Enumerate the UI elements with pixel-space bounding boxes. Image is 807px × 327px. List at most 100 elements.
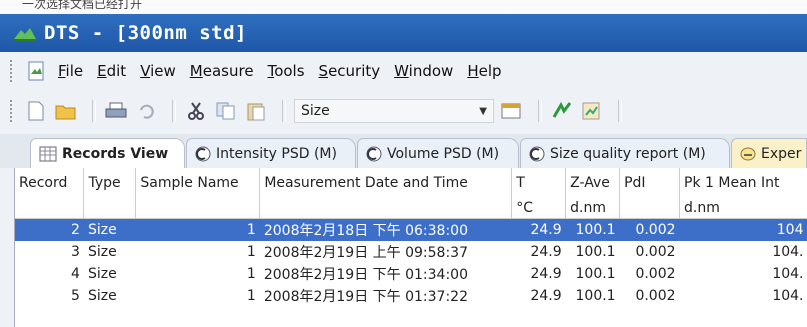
copy-icon[interactable] [214,99,238,123]
column-header[interactable]: PdI [619,168,681,198]
menu-view[interactable]: View [140,62,176,80]
menu-bar: File Edit View Measure Tools Security Wi… [0,54,807,88]
temperature-cell: 24.9 [511,218,566,241]
menu-window[interactable]: Window [394,62,453,80]
column-header[interactable]: Z-Ave [565,168,621,198]
unit-cell [135,198,261,219]
sample-name-cell: 1 [135,218,260,241]
title-bar: DTS - [300nm std] [0,14,807,52]
menu-help[interactable]: Help [467,62,501,80]
temperature-cell: 24.9 [530,266,562,282]
run-icon[interactable] [550,99,574,123]
menu-file[interactable]: File [58,62,83,80]
menu-measure[interactable]: Measure [190,62,254,80]
tab-experiment[interactable]: Exper [731,138,807,168]
table-row[interactable]: 2 Size 1 2008年2月18日 下午 06:38:00 24.9 100… [15,218,807,241]
z-ave-cell: 100.1 [565,218,620,241]
unit-cell: d.nm [679,198,807,219]
paste-icon[interactable] [244,99,268,123]
record-cell: 4 [71,266,80,282]
toolbar-separator [538,100,542,122]
pdi-cell: 0.002 [619,218,680,241]
pk1-mean-cell: 104 [679,218,807,241]
properties-icon[interactable] [500,99,524,123]
sample-name-cell: 1 [246,266,256,282]
records-grid-icon [39,146,57,161]
type-cell: Size [83,218,136,241]
pk1-mean-cell: 104. [772,266,804,282]
table-row[interactable]: 5 Size 1 2008年2月19日 下午 01:37:22 24.9 100… [15,285,807,307]
z-ave-cell: 100.1 [575,266,616,282]
record-cell: 5 [71,288,80,304]
document-icon[interactable] [28,61,44,81]
unit-cell [15,198,85,219]
window-title: DTS - [300nm std] [44,22,247,44]
column-header[interactable]: Record [15,168,85,198]
size-dropdown[interactable]: Size ▼ [294,99,494,123]
column-header[interactable]: Type [83,168,137,198]
type-cell: Size [87,266,117,282]
pk1-mean-cell: 104. [772,244,804,260]
size-dropdown-value: Size [301,103,330,119]
table-row[interactable]: 4 Size 1 2008年2月19日 下午 01:34:00 24.9 100… [15,263,807,285]
table-row[interactable]: 3 Size 1 2008年2月19日 上午 09:58:37 24.9 100… [15,241,807,263]
temperature-cell: 24.9 [530,244,562,260]
pdi-cell: 0.002 [635,266,676,282]
tab-bar: Records View Intensity PSD (M) Volume PS… [0,134,807,168]
temperature-cell: 24.9 [530,288,562,304]
datetime-cell: 2008年2月19日 上午 09:58:37 [263,245,468,261]
z-ave-cell: 100.1 [575,244,616,260]
tab-intensity-psd[interactable]: Intensity PSD (M) [186,138,356,168]
tab-size-quality-report[interactable]: Size quality report (M) [520,138,730,168]
records-table-panel: Record Type Sample Name Measurement Date… [14,168,807,327]
datetime-cell: 2008年2月18日 下午 06:38:00 [259,218,512,241]
toolbar-separator [92,100,96,122]
type-cell: Size [87,244,117,260]
column-header[interactable]: T [511,168,567,198]
cut-icon[interactable] [184,99,208,123]
unit-cell [259,198,513,219]
toolbar-separator [172,100,176,122]
unit-cell: °C [511,198,567,219]
menu-tools[interactable]: Tools [268,62,305,80]
open-icon[interactable] [54,99,78,123]
datetime-cell: 2008年2月19日 下午 01:34:00 [263,267,468,283]
toolbar-separator [282,100,286,122]
background-caption: 一次选择文档已经打开 [0,0,807,14]
record-cell: 2 [15,218,84,241]
pdi-cell: 0.002 [635,288,676,304]
menu-security[interactable]: Security [319,62,381,80]
menu-edit[interactable]: Edit [97,62,126,80]
report-icon[interactable] [580,99,604,123]
print-icon[interactable] [104,99,128,123]
sample-name-cell: 1 [246,244,256,260]
table-units-row: °C d.nm d.nm [15,198,807,219]
tab-records-view[interactable]: Records View [30,138,185,168]
z-ave-cell: 100.1 [575,288,616,304]
chevron-down-icon: ▼ [479,105,487,117]
report-tab-icon [529,146,545,161]
type-cell: Size [87,288,117,304]
menu-grip [10,60,16,82]
pdi-cell: 0.002 [635,244,676,260]
record-cell: 3 [71,244,80,260]
report-tab-icon [195,146,211,161]
unit-cell [83,198,137,219]
toolbar-grip [10,100,16,122]
column-header[interactable]: Measurement Date and Time [259,168,513,198]
app-icon [14,28,36,41]
column-header[interactable]: Pk 1 Mean Int [679,168,807,198]
toolbar: Size ▼ [0,90,807,132]
records-table: Record Type Sample Name Measurement Date… [15,168,807,307]
report-tab-icon [366,146,382,161]
new-icon[interactable] [24,99,48,123]
datetime-cell: 2008年2月19日 下午 01:37:22 [263,289,468,305]
undo-icon[interactable] [134,99,158,123]
tab-volume-psd[interactable]: Volume PSD (M) [357,138,519,168]
column-header[interactable]: Sample Name [135,168,261,198]
toolbar-separator [618,100,622,122]
table-header-row: Record Type Sample Name Measurement Date… [15,168,807,198]
pk1-mean-cell: 104. [772,288,804,304]
unit-cell [619,198,681,219]
unit-cell: d.nm [565,198,621,219]
